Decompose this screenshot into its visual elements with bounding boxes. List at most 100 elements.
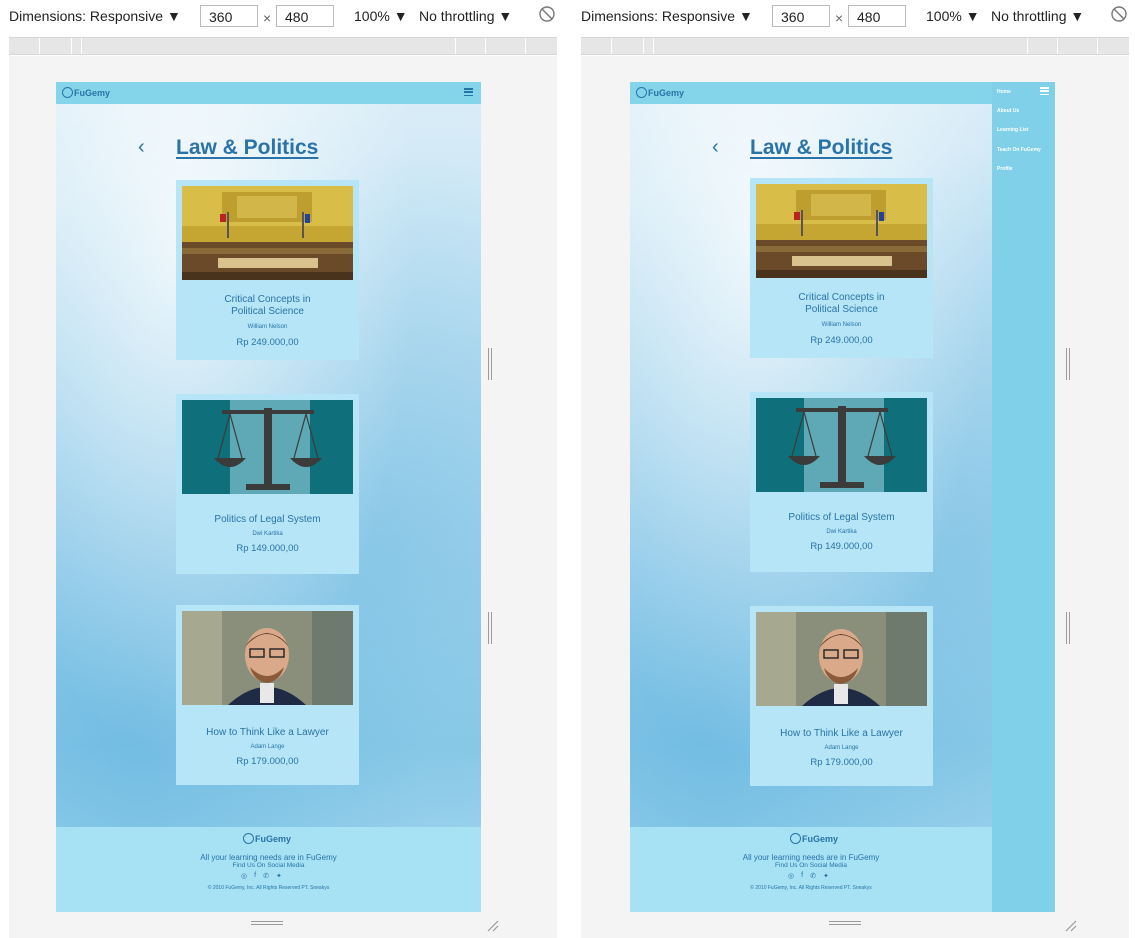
- product-author: William Nelson: [821, 322, 862, 328]
- menu-item-about-us[interactable]: About Us: [997, 108, 1019, 114]
- product-price: Rp 179.000,00: [810, 757, 873, 768]
- back-chevron-icon[interactable]: ‹: [712, 137, 719, 157]
- back-chevron-icon[interactable]: ‹: [138, 137, 145, 157]
- throttling-dropdown[interactable]: No throttling ▼: [991, 8, 1084, 24]
- product-title: Critical Concepts in: [224, 294, 311, 305]
- courtroom-image: [182, 186, 353, 280]
- emulated-page: FuGemy ‹ Law & Politics Critical Concept…: [630, 82, 1055, 912]
- product-title: Politics of Legal System: [788, 512, 895, 523]
- hamburger-menu-icon[interactable]: [464, 88, 473, 96]
- height-input[interactable]: 480: [848, 5, 906, 27]
- product-author: Adam Lange: [250, 744, 285, 750]
- scales-of-justice-image: [182, 400, 353, 494]
- site-footer: FuGemy All your learning needs are in Fu…: [630, 827, 992, 912]
- footer-social-heading: Find Us On Social Media: [232, 862, 305, 869]
- instagram-icon[interactable]: ◎: [788, 872, 794, 880]
- product-card[interactable]: How to Think Like a Lawyer Adam Lange Rp…: [176, 605, 359, 785]
- instagram-icon[interactable]: ◎: [241, 872, 247, 880]
- resize-handle-right[interactable]: [488, 612, 492, 644]
- product-card[interactable]: Politics of Legal System Dwi Kartika Rp …: [750, 392, 933, 572]
- resize-handle-bottom[interactable]: [829, 921, 861, 925]
- product-card[interactable]: Politics of Legal System Dwi Kartika Rp …: [176, 394, 359, 574]
- social-icons: ◎ f ✆ ✦: [241, 872, 282, 880]
- product-title: How to Think Like a Lawyer: [780, 728, 903, 739]
- zoom-dropdown[interactable]: 100% ▼: [926, 8, 980, 24]
- product-price: Rp 249.000,00: [810, 335, 873, 346]
- whatsapp-icon[interactable]: ✆: [810, 872, 816, 880]
- dimensions-dropdown[interactable]: Dimensions: Responsive ▼: [9, 8, 181, 24]
- product-price: Rp 149.000,00: [236, 543, 299, 554]
- width-input[interactable]: 360: [200, 5, 258, 27]
- page-title[interactable]: Law & Politics: [750, 136, 892, 160]
- resize-corner-icon[interactable]: [1063, 918, 1077, 932]
- product-author: Dwi Kartika: [826, 529, 857, 535]
- product-card[interactable]: Critical Concepts in Political Science W…: [750, 178, 933, 358]
- social-icons: ◎ f ✆ ✦: [788, 872, 829, 880]
- footer-logo[interactable]: FuGemy: [243, 833, 291, 844]
- hamburger-menu-icon[interactable]: [1040, 87, 1049, 95]
- throttling-dropdown[interactable]: No throttling ▼: [419, 8, 512, 24]
- menu-item-teach-on-fugemy[interactable]: Teach On FuGemy: [997, 147, 1041, 153]
- logo-icon: [790, 833, 801, 844]
- site-footer: FuGemy All your learning needs are in Fu…: [56, 827, 481, 912]
- product-title: Politics of Legal System: [214, 514, 321, 525]
- product-card[interactable]: How to Think Like a Lawyer Adam Lange Rp…: [750, 606, 933, 786]
- brand-logo[interactable]: FuGemy: [62, 87, 110, 98]
- facebook-icon[interactable]: f: [254, 872, 256, 880]
- lawyer-portrait-image: [182, 611, 353, 705]
- product-title: Political Science: [805, 304, 878, 315]
- product-title: Political Science: [231, 306, 304, 317]
- resize-handle-right[interactable]: [1066, 612, 1070, 644]
- facebook-icon[interactable]: f: [801, 872, 803, 880]
- times-sign: ×: [835, 10, 844, 26]
- emulated-page: FuGemy ‹ Law & Politics Critical Concept…: [56, 82, 481, 912]
- zoom-dropdown[interactable]: 100% ▼: [354, 8, 408, 24]
- twitter-icon[interactable]: ✦: [276, 872, 282, 880]
- product-author: Adam Lange: [824, 745, 859, 751]
- device-toolbar: Dimensions: Responsive ▼ 360 × 480 100% …: [0, 0, 565, 34]
- dimensions-dropdown[interactable]: Dimensions: Responsive ▼: [581, 8, 753, 24]
- media-query-ruler[interactable]: [9, 37, 557, 55]
- rotate-icon[interactable]: [538, 5, 558, 25]
- product-title: How to Think Like a Lawyer: [206, 727, 329, 738]
- product-price: Rp 179.000,00: [236, 756, 299, 767]
- width-input[interactable]: 360: [772, 5, 830, 27]
- resize-corner-icon[interactable]: [485, 918, 499, 932]
- times-sign: ×: [263, 10, 272, 26]
- device-toolbar: Dimensions: Responsive ▼ 360 × 480 100% …: [572, 0, 1135, 34]
- logo-icon: [62, 87, 73, 98]
- footer-logo[interactable]: FuGemy: [790, 833, 838, 844]
- site-navbar: FuGemy: [56, 82, 481, 104]
- footer-social-heading: Find Us On Social Media: [775, 862, 847, 869]
- scales-of-justice-image: [756, 398, 927, 492]
- menu-item-profile[interactable]: Profile: [997, 166, 1013, 172]
- product-author: Dwi Kartika: [252, 531, 283, 537]
- resize-handle-right[interactable]: [1066, 348, 1070, 380]
- media-query-ruler[interactable]: [581, 37, 1129, 55]
- footer-tagline: All your learning needs are in FuGemy: [742, 853, 880, 862]
- resize-handle-bottom[interactable]: [251, 921, 283, 925]
- courtroom-image: [756, 184, 927, 278]
- product-price: Rp 249.000,00: [236, 337, 299, 348]
- whatsapp-icon[interactable]: ✆: [263, 872, 269, 880]
- footer-copyright: © 2010 FuGemy, Inc. All Rights Reserved …: [207, 885, 330, 891]
- product-price: Rp 149.000,00: [810, 541, 873, 552]
- logo-icon: [243, 833, 254, 844]
- page-title[interactable]: Law & Politics: [176, 136, 318, 160]
- side-navigation-menu: Home About Us Learning List Teach On FuG…: [992, 82, 1055, 912]
- brand-logo[interactable]: FuGemy: [636, 87, 684, 98]
- twitter-icon[interactable]: ✦: [823, 872, 829, 880]
- devtools-pane-menu-open: Dimensions: Responsive ▼ 360 × 480 100% …: [572, 0, 1135, 938]
- devtools-pane-menu-closed: Dimensions: Responsive ▼ 360 × 480 100% …: [0, 0, 565, 938]
- page-heading: ‹ Law & Politics: [56, 134, 481, 164]
- menu-item-learning-list[interactable]: Learning List: [997, 127, 1028, 133]
- lawyer-portrait-image: [756, 612, 927, 706]
- product-title: Critical Concepts in: [798, 292, 885, 303]
- logo-icon: [636, 87, 647, 98]
- menu-item-home[interactable]: Home: [997, 89, 1011, 95]
- resize-handle-right[interactable]: [488, 348, 492, 380]
- product-author: William Nelson: [247, 324, 288, 330]
- rotate-icon[interactable]: [1110, 5, 1130, 25]
- height-input[interactable]: 480: [276, 5, 334, 27]
- product-card[interactable]: Critical Concepts in Political Science W…: [176, 180, 359, 360]
